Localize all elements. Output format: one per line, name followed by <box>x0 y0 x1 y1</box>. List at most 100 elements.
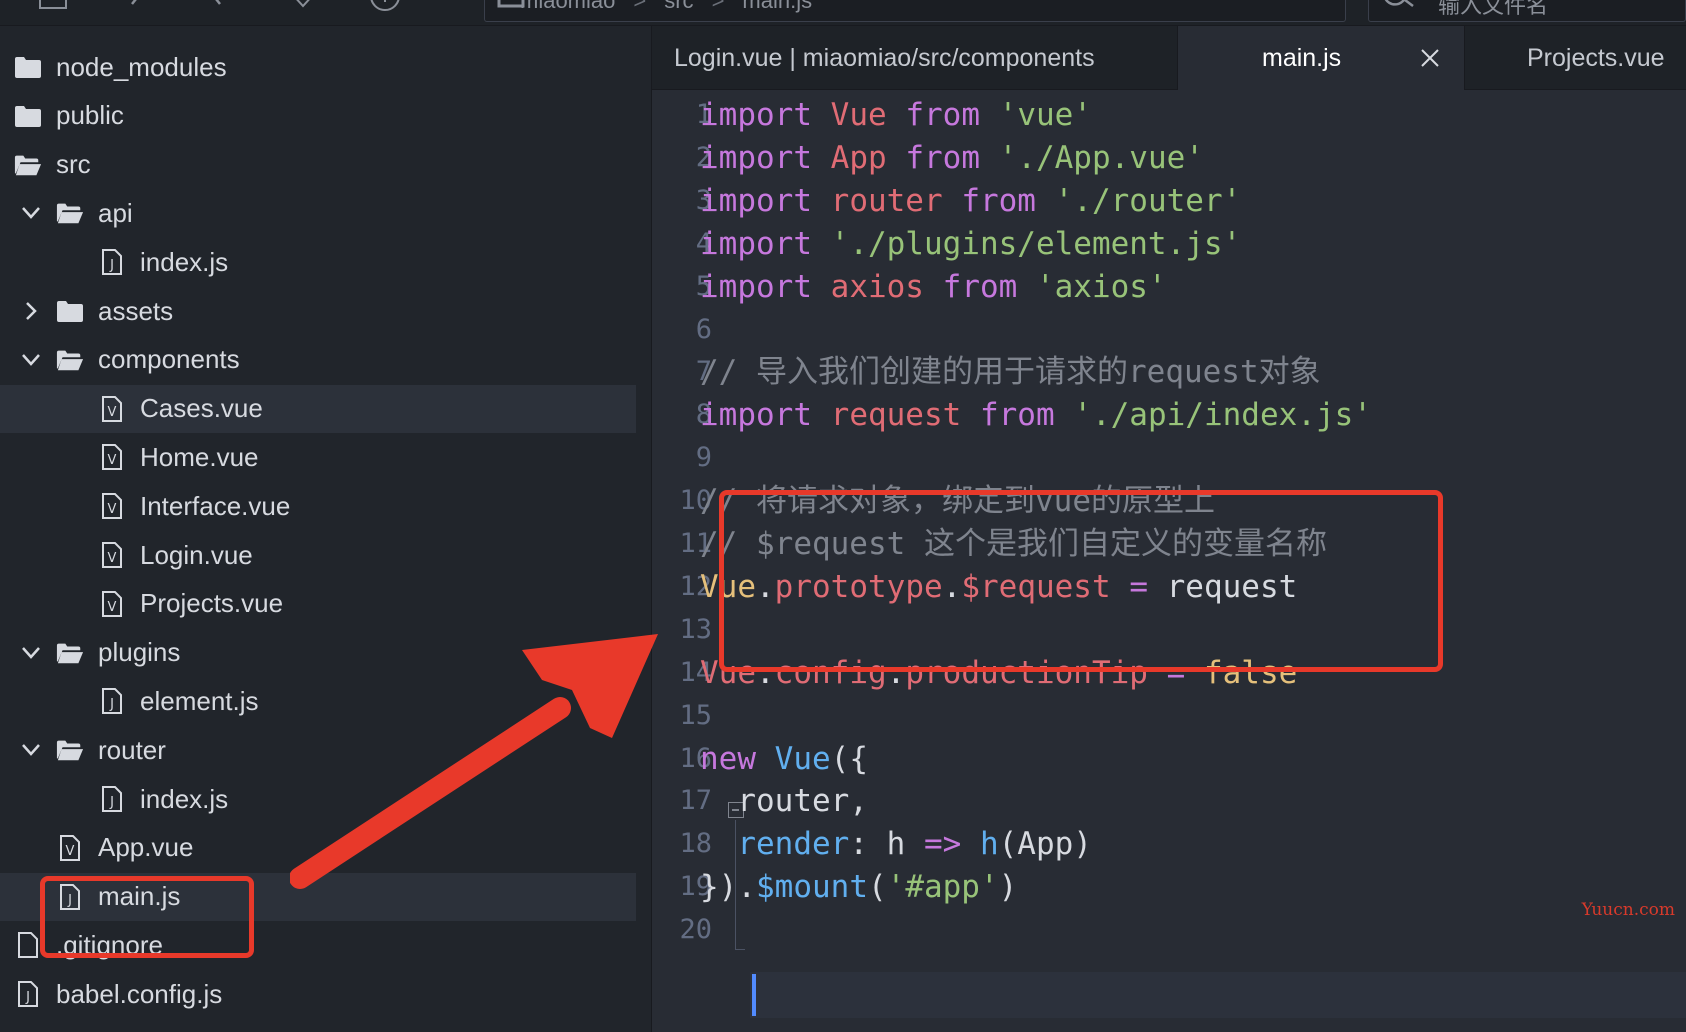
tree-item-label: index.js <box>140 246 229 277</box>
code-token: '#app' <box>886 869 999 906</box>
tree-item[interactable]: V Interface.vue <box>0 482 636 530</box>
tree-item[interactable]: api <box>0 189 636 237</box>
tab-bar: Login.vue | miaomiao/src/components main… <box>652 26 1686 90</box>
breadcrumb-item[interactable]: miaomiao <box>520 0 615 13</box>
vue-file-icon: V <box>98 492 126 520</box>
code-token: // 导入我们创建的用于请求的request对象 <box>700 354 1321 391</box>
line-number: 9 <box>695 442 712 474</box>
code-token: 'axios' <box>1035 268 1167 305</box>
tab-login-vue[interactable]: Login.vue | miaomiao/src/components <box>652 26 1178 90</box>
breadcrumb-item[interactable]: src <box>664 0 693 13</box>
vue-file-icon: V <box>56 834 84 862</box>
tree-item[interactable]: V Cases.vue <box>0 384 636 433</box>
code-token: import <box>700 139 812 176</box>
code-line[interactable]: import App from './App.vue' <box>700 135 1204 181</box>
tree-item-label: Login.vue <box>140 539 253 570</box>
vue-file-icon: V <box>98 590 126 618</box>
chevron-down-icon[interactable] <box>20 642 42 664</box>
search-icon <box>1384 0 1414 7</box>
code-token: Vue <box>774 740 831 777</box>
code-token: './plugins/element.js' <box>830 225 1242 262</box>
svg-text:J: J <box>25 990 30 1005</box>
tree-item-label: node_modules <box>56 51 227 82</box>
vue-file-icon: V <box>98 541 126 569</box>
tree-item-label: App.vue <box>98 832 194 863</box>
code-token: import <box>700 97 812 133</box>
watermark: Yuucn.com <box>1581 900 1675 920</box>
chevron-down-icon[interactable] <box>20 349 42 371</box>
vue-file-icon: V <box>98 395 126 423</box>
chevron-right-icon[interactable] <box>20 300 42 322</box>
tree-item[interactable]: V Projects.vue <box>0 580 636 628</box>
code-line[interactable]: render: h => h(App) <box>700 821 1092 867</box>
code-token: h <box>979 826 999 863</box>
code-token: from <box>942 268 1018 305</box>
tree-item[interactable]: assets <box>0 287 636 335</box>
code-token: axios <box>830 268 924 305</box>
tree-item-label: assets <box>98 295 174 326</box>
bookmark-icon[interactable] <box>288 0 318 14</box>
tree-item[interactable]: src <box>0 141 636 189</box>
tree-item[interactable]: V Login.vue <box>0 531 636 579</box>
code-token: './router' <box>1054 182 1242 219</box>
chevron-down-icon[interactable] <box>20 739 42 761</box>
code-line[interactable]: new Vue({ <box>700 736 868 782</box>
js-file-icon: J <box>98 687 126 715</box>
code-token: render <box>737 826 850 863</box>
file-icon <box>14 931 42 959</box>
code-token: $mount <box>756 869 868 906</box>
code-token: }). <box>700 869 756 906</box>
js-file-icon: J <box>98 785 126 813</box>
tab-projects-vue[interactable]: Projects.vue <box>1464 26 1686 90</box>
tree-item[interactable]: Jbabel.config.js <box>0 970 636 1018</box>
tree-item-label: index.js <box>140 783 229 814</box>
breadcrumb-item[interactable]: main.js <box>742 0 812 13</box>
history-icon[interactable] <box>368 0 402 14</box>
code-token: => <box>923 826 962 863</box>
svg-text:V: V <box>108 453 117 468</box>
code-token: import <box>700 225 812 262</box>
code-line[interactable]: // 导入我们创建的用于请求的request对象 <box>700 349 1321 395</box>
folder-icon <box>56 297 84 325</box>
svg-text:J: J <box>109 795 114 810</box>
back-icon[interactable] <box>126 0 146 14</box>
folder-open-icon <box>14 151 42 179</box>
sidebar-toggle-icon[interactable] <box>38 0 68 14</box>
forward-icon[interactable] <box>206 0 226 14</box>
code-line[interactable]: import './plugins/element.js' <box>700 221 1241 267</box>
code-line[interactable]: import Vue from 'vue' <box>700 92 1092 138</box>
code-line[interactable]: import request from './api/index.js' <box>700 392 1372 438</box>
tree-item[interactable]: V Home.vue <box>0 433 636 481</box>
folder-icon <box>14 102 42 130</box>
tree-item[interactable]: Jindex.js <box>0 238 636 286</box>
tree-item-label: Interface.vue <box>140 490 291 521</box>
close-icon[interactable] <box>1418 46 1442 70</box>
svg-text:V: V <box>108 600 117 615</box>
tree-item[interactable]: components <box>0 336 636 384</box>
breadcrumb: miaomiao > src > main.js <box>520 0 812 14</box>
code-line[interactable]: }).$mount('#app') <box>700 864 1017 910</box>
code-line[interactable]: router, <box>700 778 868 824</box>
folder-open-icon <box>56 736 84 764</box>
code-line[interactable]: import router from './router' <box>700 178 1241 224</box>
tree-item[interactable]: node_modules <box>0 43 636 91</box>
code-token: from <box>979 397 1055 434</box>
tab-main-js[interactable]: main.js <box>1178 26 1464 90</box>
search-placeholder: 输入文件名 <box>1438 0 1549 19</box>
tree-item-label: babel.config.js <box>56 978 223 1009</box>
folder-open-icon <box>56 639 84 667</box>
tree-item[interactable]: public <box>0 92 636 140</box>
code-line[interactable]: import axios from 'axios' <box>700 264 1167 310</box>
folder-open-icon <box>56 199 84 227</box>
svg-text:J: J <box>109 697 114 712</box>
code-token: ( <box>867 869 887 906</box>
chevron-down-icon[interactable] <box>20 202 42 224</box>
current-line-highlight <box>750 972 1686 1018</box>
